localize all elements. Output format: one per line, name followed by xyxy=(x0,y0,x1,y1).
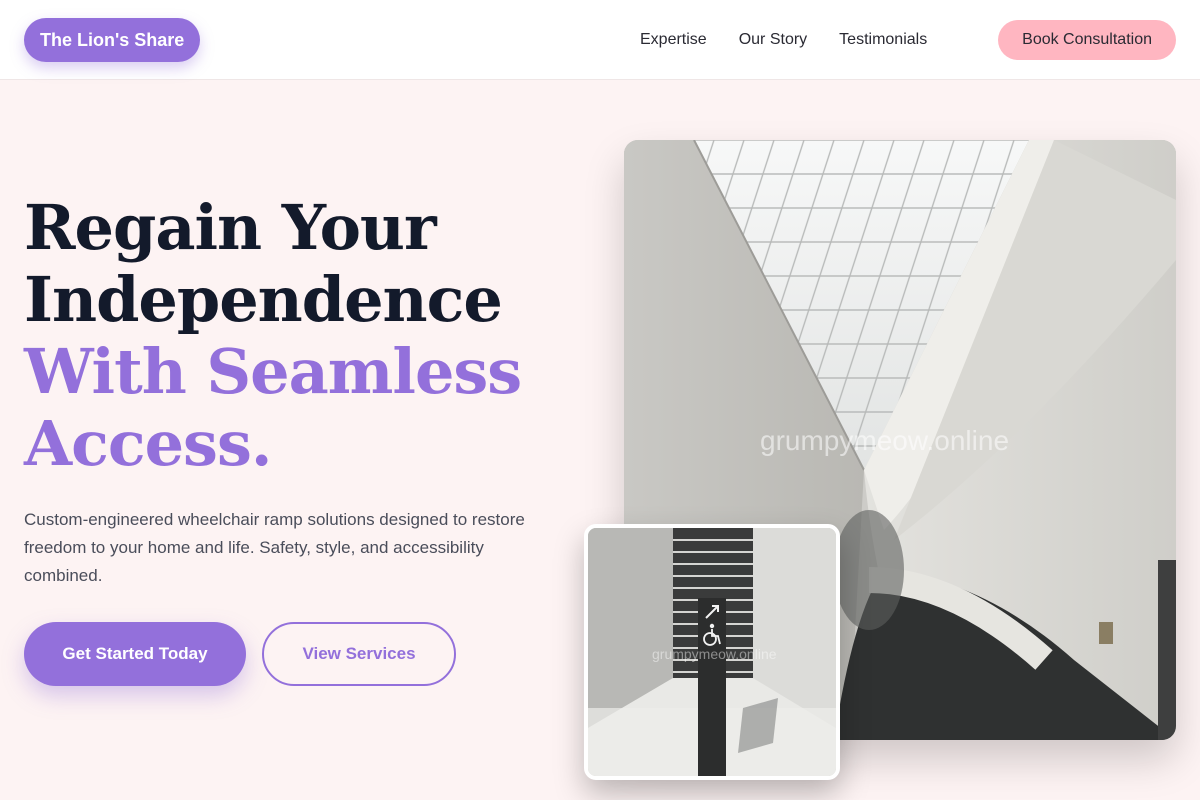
hero-title: Regain Your Independence With Seamless A… xyxy=(24,191,522,480)
hero-title-line: Regain Your xyxy=(24,191,437,264)
image-watermark: grumpymeow.online xyxy=(760,425,1010,456)
get-started-button[interactable]: Get Started Today xyxy=(24,622,246,686)
view-services-button[interactable]: View Services xyxy=(262,622,456,686)
book-consultation-button[interactable]: Book Consultation xyxy=(998,20,1176,60)
inset-stairs-image: grumpymeow.online xyxy=(584,524,840,780)
hero-title-accent-line: With Seamless xyxy=(24,335,522,408)
hero-subtitle: Custom-engineered wheelchair ramp soluti… xyxy=(24,510,525,585)
image-watermark: grumpymeow.online xyxy=(652,646,777,662)
nav-link-our-story[interactable]: Our Story xyxy=(739,31,807,49)
brand-logo-button[interactable]: The Lion's Share xyxy=(24,18,201,62)
hero-title-accent-line: Access. xyxy=(24,407,272,480)
hero-title-line: Independence xyxy=(24,263,503,336)
nav-links: Expertise Our Story Testimonials xyxy=(640,0,927,80)
nav-link-expertise[interactable]: Expertise xyxy=(640,31,707,49)
top-navbar: The Lion's Share Expertise Our Story Tes… xyxy=(0,0,1200,80)
nav-link-testimonials[interactable]: Testimonials xyxy=(839,31,927,49)
